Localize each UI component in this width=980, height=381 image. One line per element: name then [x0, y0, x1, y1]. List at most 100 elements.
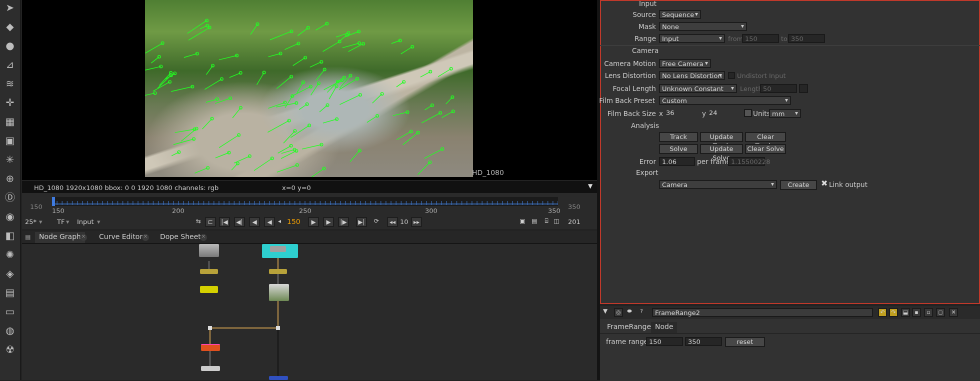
- camera-motion-dropdown[interactable]: Free Camera: [659, 59, 711, 68]
- node[interactable]: [200, 286, 218, 293]
- close-icon[interactable]: ✕: [949, 308, 958, 317]
- input-select[interactable]: Input: [77, 217, 94, 227]
- length-field[interactable]: 50: [760, 84, 797, 93]
- end-frame-field[interactable]: 201: [568, 217, 580, 227]
- node[interactable]: [269, 376, 288, 380]
- update-solve-button[interactable]: Update Solve: [700, 144, 743, 162]
- mask-dropdown[interactable]: None: [659, 22, 747, 31]
- film-back-x-field[interactable]: 36: [664, 109, 700, 118]
- undo-icon[interactable]: ↶: [878, 308, 887, 317]
- close-icon[interactable]: ×: [200, 234, 207, 241]
- close-icon[interactable]: ×: [142, 234, 149, 241]
- track-button[interactable]: Track: [659, 132, 698, 142]
- film-back-link-icon[interactable]: [744, 109, 752, 117]
- close-icon[interactable]: ×: [80, 234, 87, 241]
- viewer-menu-arrow-icon[interactable]: ▼: [588, 183, 593, 190]
- pointer-icon[interactable]: ➤: [4, 3, 16, 15]
- increment-field[interactable]: 10: [400, 217, 408, 227]
- set-in-button[interactable]: ⊏: [205, 217, 216, 227]
- channel-icon[interactable]: ▦: [4, 117, 16, 129]
- film-back-preset-dropdown[interactable]: Custom: [659, 96, 791, 105]
- solve-button[interactable]: Solve: [659, 144, 698, 154]
- read-node[interactable]: [199, 244, 219, 257]
- circle-icon[interactable]: ●: [4, 41, 16, 53]
- node[interactable]: [201, 344, 220, 351]
- clear-tracks-button[interactable]: Clear Tracks: [745, 132, 786, 150]
- revert-icon[interactable]: ⬓: [901, 308, 910, 317]
- timeline-track[interactable]: [52, 197, 558, 206]
- collapse-icon[interactable]: ▼: [603, 308, 608, 315]
- playback-mode-icon[interactable]: ▣: [517, 217, 528, 227]
- fps-arrow-icon[interactable]: ▾: [39, 217, 42, 227]
- tab-framerange[interactable]: FrameRange: [603, 322, 655, 333]
- lens-distortion-dropdown[interactable]: No Lens Distortion: [659, 71, 725, 80]
- view-icon[interactable]: ◉: [4, 212, 16, 224]
- create-button[interactable]: Create: [780, 180, 817, 190]
- tab-node-graph[interactable]: Node Graph: [35, 232, 85, 243]
- float-icon[interactable]: ▪: [912, 308, 921, 317]
- link-output-checkbox[interactable]: ✖: [821, 179, 828, 188]
- range-dropdown[interactable]: Input: [659, 34, 725, 43]
- transform-icon[interactable]: ⊿: [4, 60, 16, 72]
- play-forward-button[interactable]: ▶: [308, 217, 319, 227]
- time-icon[interactable]: ⊕: [4, 174, 16, 186]
- node[interactable]: [201, 366, 220, 371]
- node-graph[interactable]: [22, 244, 597, 380]
- keyer-icon[interactable]: ✳: [4, 155, 16, 167]
- skip-back-button[interactable]: ◂◂: [387, 217, 398, 227]
- skip-forward-button[interactable]: ▸▸: [411, 217, 422, 227]
- other-icon[interactable]: ◍: [4, 326, 16, 338]
- node[interactable]: [200, 269, 218, 274]
- nuke-icon[interactable]: ☢: [4, 345, 16, 357]
- tab-node[interactable]: Node: [651, 322, 678, 333]
- tf-select[interactable]: TF: [57, 217, 65, 227]
- next-keyframe-button[interactable]: |▶: [338, 217, 349, 227]
- 3d-icon[interactable]: ◧: [4, 231, 16, 243]
- viewer-image[interactable]: [145, 0, 473, 177]
- particles-icon[interactable]: ✺: [4, 250, 16, 262]
- color-icon[interactable]: ⬬: [625, 308, 634, 317]
- deep-icon[interactable]: Ⓓ: [4, 193, 16, 205]
- first-frame-button[interactable]: |◀: [219, 217, 230, 227]
- tab-curve-editor[interactable]: Curve Editor: [95, 232, 147, 243]
- merge-icon[interactable]: ✛: [4, 98, 16, 110]
- loop-icon[interactable]: ⟳: [371, 217, 382, 227]
- update-track-button[interactable]: Update Track: [700, 132, 743, 150]
- playhead[interactable]: [52, 197, 55, 206]
- next-frame-button[interactable]: ▶: [323, 217, 334, 227]
- lock-range-icon[interactable]: ◫: [551, 217, 562, 227]
- filter-icon[interactable]: ▣: [4, 136, 16, 148]
- tf-arrow-icon[interactable]: ▾: [66, 217, 69, 227]
- tab-dope-sheet[interactable]: Dope Sheet: [156, 232, 205, 243]
- input-arrow-icon[interactable]: ▾: [97, 217, 100, 227]
- step-back-button[interactable]: ◂: [274, 217, 285, 227]
- redo-icon[interactable]: ↷: [889, 308, 898, 317]
- in-out-icon[interactable]: ⇆: [193, 217, 204, 227]
- help-icon[interactable]: ?: [637, 308, 646, 317]
- read-node-thumbnail[interactable]: [269, 284, 289, 301]
- frame-range-end-field[interactable]: 350: [685, 337, 722, 346]
- node-settings-icon[interactable]: ◎: [614, 308, 623, 317]
- minimize-icon[interactable]: ▫: [924, 308, 933, 317]
- node[interactable]: [269, 269, 287, 274]
- pane-menu-icon[interactable]: ▦: [25, 234, 31, 241]
- last-frame-button[interactable]: ▶|: [356, 217, 367, 227]
- undistort-input-checkbox[interactable]: [728, 72, 735, 79]
- length-animation-button[interactable]: [799, 84, 808, 93]
- fps-select[interactable]: 25*: [25, 217, 37, 227]
- metadata-icon[interactable]: ▭: [4, 307, 16, 319]
- tag-icon[interactable]: ◈: [4, 269, 16, 281]
- prev-keyframe-button[interactable]: ◀|: [234, 217, 245, 227]
- node-name-field[interactable]: FrameRange2: [652, 308, 873, 317]
- range-to-field[interactable]: 350: [788, 34, 825, 43]
- flipbook-icon[interactable]: ▤: [529, 217, 540, 227]
- prev-frame-button[interactable]: ◀: [249, 217, 260, 227]
- film-back-y-field[interactable]: 24: [707, 109, 743, 118]
- range-from-field[interactable]: 150: [742, 34, 779, 43]
- units-dropdown[interactable]: mm: [769, 109, 801, 118]
- frame-range-start-field[interactable]: 150: [646, 337, 683, 346]
- source-dropdown[interactable]: Sequence: [659, 10, 701, 19]
- paint-icon[interactable]: ◆: [4, 22, 16, 34]
- maximize-icon[interactable]: ◻: [936, 308, 945, 317]
- toolsets-icon[interactable]: ▤: [4, 288, 16, 300]
